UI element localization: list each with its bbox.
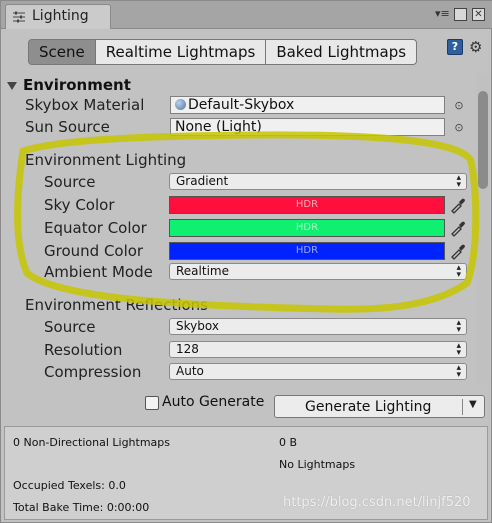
sun-source-value: None (Light): [175, 119, 262, 135]
sun-source-label: Sun Source: [25, 118, 110, 136]
environment-foldout[interactable]: Environment: [7, 76, 131, 94]
watermark: https://blog.csdn.net/linjf520: [283, 495, 471, 510]
ground-color-field[interactable]: HDR: [169, 242, 445, 260]
compression-label: Compression: [44, 363, 142, 381]
lightmap-size: 0 B: [279, 436, 298, 449]
tab-baked-lightmaps[interactable]: Baked Lightmaps: [265, 39, 418, 65]
skybox-material-field[interactable]: Default-Skybox: [170, 96, 445, 114]
environment-reflections-header: Environment Reflections: [25, 296, 208, 314]
auto-generate-checkbox[interactable]: [145, 396, 159, 410]
resolution-value: 128: [176, 342, 199, 356]
hdr-label: HDR: [295, 245, 319, 256]
sky-color-label: Sky Color: [44, 196, 115, 214]
scrollbar-thumb[interactable]: [478, 91, 488, 189]
compression-dropdown[interactable]: Auto ▴ ▾: [169, 363, 467, 380]
ambient-mode-value: Realtime: [176, 264, 229, 278]
dropdown-arrows-icon: ▴ ▾: [456, 318, 461, 335]
vertical-scrollbar[interactable]: [476, 73, 490, 383]
tab-title: Lighting: [32, 8, 89, 24]
maximize-icon[interactable]: [454, 7, 467, 21]
dropdown-arrows-icon: ▴ ▾: [456, 363, 461, 380]
environment-lighting-header: Environment Lighting: [25, 151, 187, 169]
settings-scroll-view: Environment Skybox Material Default-Skyb…: [4, 73, 476, 383]
reflection-source-dropdown[interactable]: Skybox ▴ ▾: [169, 318, 467, 335]
compression-value: Auto: [176, 364, 204, 378]
no-lightmaps-text: No Lightmaps: [279, 458, 356, 471]
object-picker-icon[interactable]: ⊙: [453, 99, 465, 112]
tab-scene[interactable]: Scene: [28, 39, 96, 65]
gear-icon[interactable]: ⚙: [469, 38, 482, 56]
environment-header: Environment: [23, 76, 131, 94]
eyedropper-icon[interactable]: [449, 242, 467, 260]
lighting-source-label: Source: [44, 173, 96, 191]
dropdown-arrows-icon: ▴ ▾: [456, 341, 461, 358]
eyedropper-icon[interactable]: [449, 196, 467, 214]
chevron-down-icon[interactable]: ▼: [469, 399, 477, 410]
equator-color-field[interactable]: HDR: [169, 219, 445, 237]
skybox-material-value: Default-Skybox: [188, 97, 295, 113]
lighting-tab[interactable]: Lighting: [5, 4, 111, 29]
reflection-source-value: Skybox: [176, 319, 219, 333]
foldout-arrow-icon: [7, 81, 17, 90]
help-book-icon[interactable]: ?: [447, 39, 463, 55]
ground-color-label: Ground Color: [44, 242, 144, 260]
dropdown-arrows-icon: ▴ ▾: [456, 173, 461, 190]
eyedropper-icon[interactable]: [449, 219, 467, 237]
occupied-texels: Occupied Texels: 0.0: [13, 479, 126, 492]
window-menu-icon[interactable]: ▾≡: [435, 7, 450, 21]
sky-color-field[interactable]: HDR: [169, 196, 445, 214]
lighting-source-value: Gradient: [176, 174, 229, 188]
window-controls: ▾≡ ✕: [435, 7, 485, 21]
lighting-window: Lighting ▾≡ ✕ Scene Realtime Lightmaps B…: [0, 0, 492, 523]
resolution-dropdown[interactable]: 128 ▴ ▾: [169, 341, 467, 358]
object-picker-icon[interactable]: ⊙: [453, 121, 465, 134]
total-bake-time: Total Bake Time: 0:00:00: [13, 501, 150, 514]
tab-realtime-lightmaps[interactable]: Realtime Lightmaps: [94, 39, 267, 65]
lighting-source-dropdown[interactable]: Gradient ▴ ▾: [169, 173, 467, 190]
close-icon[interactable]: ✕: [472, 7, 485, 21]
generate-lighting-button[interactable]: Generate Lighting ▼: [274, 395, 485, 418]
generate-lighting-label: Generate Lighting: [305, 399, 432, 415]
equator-color-label: Equator Color: [44, 219, 147, 237]
reflection-source-label: Source: [44, 318, 96, 336]
auto-generate-label: Auto Generate: [162, 394, 265, 410]
hdr-label: HDR: [295, 222, 319, 233]
resolution-label: Resolution: [44, 341, 123, 359]
hdr-label: HDR: [295, 199, 319, 210]
settings-sliders-icon: [13, 11, 25, 23]
title-bar: Lighting ▾≡ ✕: [1, 1, 492, 29]
dropdown-arrows-icon: ▴ ▾: [456, 263, 461, 280]
ambient-mode-dropdown[interactable]: Realtime ▴ ▾: [169, 263, 467, 280]
non-directional-count: 0 Non-Directional Lightmaps: [13, 436, 171, 449]
ambient-mode-label: Ambient Mode: [44, 263, 153, 281]
button-separator: [462, 399, 463, 415]
lighting-mode-toolbar: Scene Realtime Lightmaps Baked Lightmaps: [28, 39, 418, 65]
sun-source-field[interactable]: None (Light): [170, 118, 445, 136]
material-sphere-icon: [175, 99, 186, 110]
skybox-material-label: Skybox Material: [25, 96, 145, 114]
